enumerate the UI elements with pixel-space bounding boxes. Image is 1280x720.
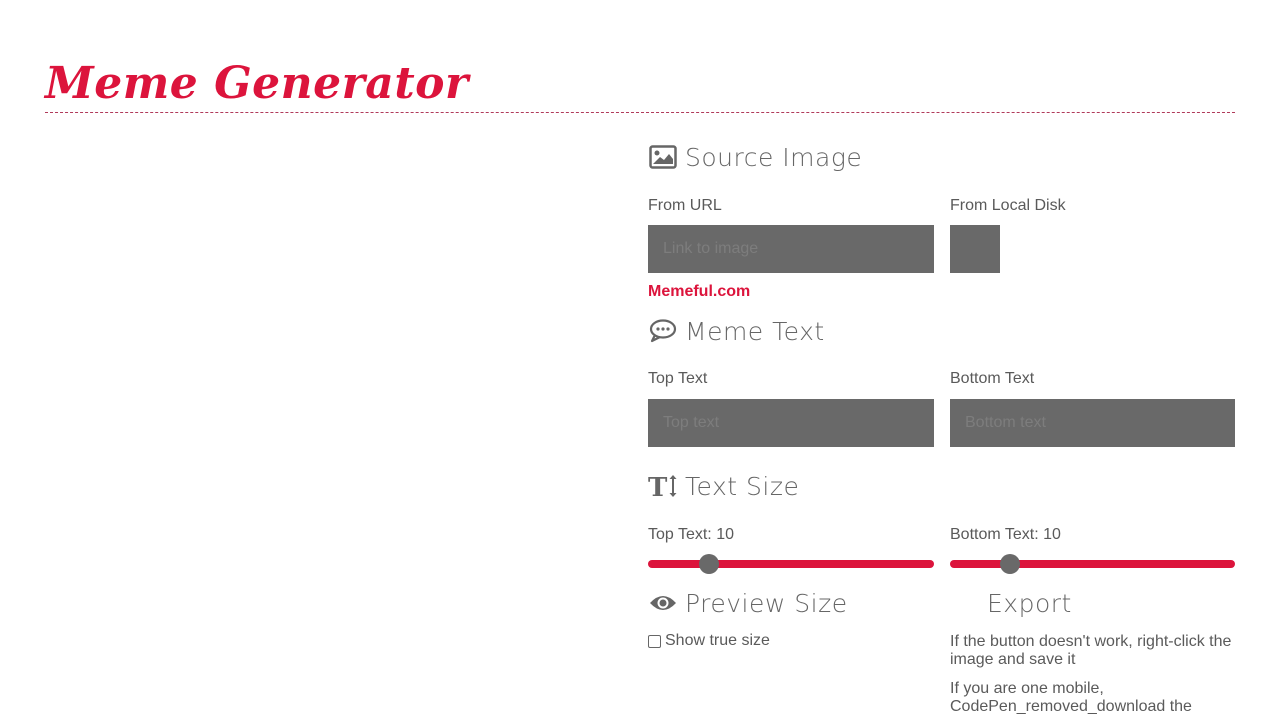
- slider-thumb[interactable]: [1000, 554, 1021, 574]
- show-true-size-option[interactable]: Show true size: [648, 632, 770, 650]
- image-url-input[interactable]: [648, 225, 934, 273]
- source-image-heading: Source Image: [648, 142, 862, 172]
- export-note-right-click: If the button doesn't work, right-click …: [950, 633, 1232, 668]
- download-icon: [950, 588, 980, 618]
- memeful-link[interactable]: Memeful.com: [648, 283, 750, 301]
- local-file-upload-button[interactable]: [950, 225, 1000, 273]
- slider-track: [950, 560, 1235, 568]
- show-true-size-checkbox[interactable]: [648, 634, 661, 648]
- slider-thumb[interactable]: [698, 554, 719, 574]
- text-size-heading: T Text Size: [648, 471, 799, 501]
- bottom-text-size-label: Bottom Text: 10: [950, 526, 1061, 543]
- top-text-label: Top Text: [648, 370, 708, 387]
- speech-bubble-icon: [648, 316, 678, 346]
- source-image-title: Source Image: [685, 142, 863, 172]
- bottom-text-label: Bottom Text: [950, 370, 1035, 387]
- preview-size-heading: Preview Size: [648, 588, 848, 618]
- top-text-size-slider[interactable]: [648, 553, 934, 575]
- top-text-input[interactable]: [648, 399, 934, 447]
- eye-icon: [648, 588, 678, 618]
- page: Meme Generator Source Image From URL Fro…: [0, 0, 1280, 720]
- meme-preview-canvas: [45, 130, 625, 720]
- svg-text:T: T: [648, 473, 668, 500]
- export-heading: Export: [950, 588, 1072, 618]
- image-icon: [648, 142, 678, 172]
- export-note-mobile: If you are one mobile, CodePen_removed_d…: [950, 680, 1192, 715]
- title-divider: [45, 112, 1235, 113]
- from-local-disk-label: From Local Disk: [950, 197, 1066, 214]
- slider-track: [648, 560, 934, 568]
- text-size-title: Text Size: [685, 471, 800, 501]
- text-height-icon: T: [648, 471, 678, 501]
- bottom-text-input[interactable]: [950, 399, 1235, 447]
- top-text-size-label: Top Text: 10: [648, 526, 734, 543]
- from-url-label: From URL: [648, 197, 722, 214]
- export-title: Export: [987, 588, 1072, 618]
- page-title: Meme Generator: [45, 58, 469, 109]
- preview-size-title: Preview Size: [685, 588, 848, 618]
- meme-text-title: Meme Text: [685, 316, 825, 346]
- bottom-text-size-slider[interactable]: [950, 553, 1235, 575]
- show-true-size-label: Show true size: [665, 632, 770, 649]
- meme-text-heading: Meme Text: [648, 316, 825, 346]
